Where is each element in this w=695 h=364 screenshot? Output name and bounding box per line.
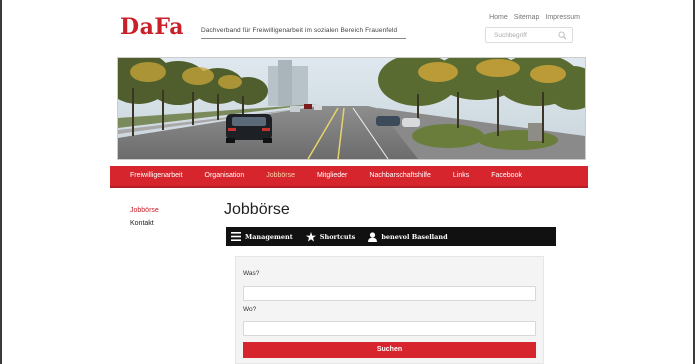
top-link-impressum[interactable]: Impressum: [545, 14, 580, 21]
menu-icon: [231, 232, 241, 241]
was-label: Was?: [243, 270, 260, 277]
nav-item-mitglieder[interactable]: Mitglieder: [306, 166, 358, 186]
toolbar-management[interactable]: Management: [231, 232, 293, 241]
toolbar-user-label: benevol Baselland: [381, 232, 448, 241]
main-nav: Freiwilligenarbeit Organisation Jobbörse…: [110, 166, 588, 186]
sidebar-item-jobboerse[interactable]: Jobbörse: [130, 207, 159, 214]
nav-shadow: [110, 186, 588, 188]
wo-label: Wo?: [243, 306, 257, 313]
wo-input[interactable]: [244, 327, 535, 340]
tagline-underline: [201, 38, 406, 39]
wo-field-wrapper: [243, 321, 536, 340]
was-input[interactable]: [244, 292, 535, 305]
top-link-sitemap[interactable]: Sitemap: [514, 14, 540, 21]
dafa-logo[interactable]: DaFa: [120, 14, 184, 40]
site-tagline: Dachverband für Freiwilligenarbeit im so…: [201, 27, 398, 34]
was-field-wrapper: [243, 286, 536, 305]
nav-item-facebook[interactable]: Facebook: [480, 166, 533, 186]
nav-item-organisation[interactable]: Organisation: [194, 166, 256, 186]
nav-item-links[interactable]: Links: [442, 166, 480, 186]
street-photo: [118, 58, 585, 159]
toolbar-shortcuts[interactable]: Shortcuts: [305, 231, 356, 242]
sidebar: Jobbörse Kontakt: [130, 207, 159, 233]
nav-item-jobboerse[interactable]: Jobbörse: [255, 166, 306, 186]
nav-item-freiwilligenarbeit[interactable]: Freiwilligenarbeit: [110, 166, 194, 186]
search-box: [485, 27, 573, 43]
admin-toolbar: Management Shortcuts benevol Baselland: [226, 227, 556, 246]
suchen-button[interactable]: Suchen: [243, 342, 536, 358]
search-input[interactable]: [494, 30, 556, 40]
nav-item-nachbarschaftshilfe[interactable]: Nachbarschaftshilfe: [358, 166, 441, 186]
hero-image: [117, 57, 586, 160]
star-icon: [305, 231, 316, 242]
page-title: Jobbörse: [224, 201, 290, 218]
toolbar-user[interactable]: benevol Baselland: [368, 231, 448, 242]
toolbar-shortcuts-label: Shortcuts: [319, 232, 356, 241]
toolbar-management-label: Management: [245, 232, 293, 241]
top-link-home[interactable]: Home: [489, 14, 508, 21]
top-links: Home Sitemap Impressum: [485, 14, 580, 21]
sidebar-item-kontakt[interactable]: Kontakt: [130, 220, 159, 227]
search-icon[interactable]: [558, 31, 567, 40]
window-frame-left: [0, 0, 2, 364]
user-icon: [368, 231, 378, 242]
